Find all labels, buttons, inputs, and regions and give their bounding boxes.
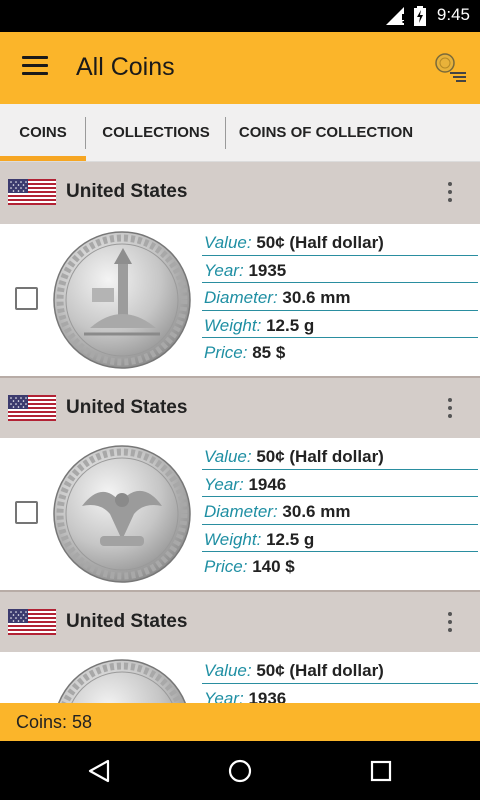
us-flag-icon — [8, 179, 56, 205]
price-line: Price: 85 $ — [202, 338, 478, 366]
country-name: United States — [66, 611, 188, 632]
coin-list-item[interactable]: Value: 50¢ (Half dollar) Year: 1936 — [0, 652, 480, 703]
country-header: United States — [0, 590, 480, 652]
coin-details: Value: 50¢ (Half dollar) Year: 1935 Diam… — [202, 228, 478, 366]
weight-text: 12.5 g — [266, 315, 315, 335]
us-flag-icon — [8, 609, 56, 635]
country-header: United States — [0, 376, 480, 438]
select-checkbox[interactable] — [15, 501, 38, 524]
year-line: Year: 1946 — [202, 470, 478, 497]
weight-label: Weight: — [204, 529, 262, 549]
value-label: Value: — [204, 661, 252, 680]
diameter-line: Diameter: 30.6 mm — [202, 283, 478, 311]
value-text: 50¢ (Half dollar) — [256, 233, 384, 252]
value-label: Value: — [204, 233, 252, 252]
back-icon[interactable] — [86, 758, 112, 784]
diameter-text: 30.6 mm — [282, 502, 351, 521]
coin-list-item[interactable]: Value: 50¢ (Half dollar) Year: 1935 Diam… — [0, 224, 480, 376]
price-text: 85 $ — [252, 343, 286, 362]
app-bar: All Coins — [0, 32, 480, 104]
year-line: Year: 1936 — [202, 684, 478, 704]
value-line: Value: 50¢ (Half dollar) — [202, 656, 478, 684]
coin-image — [53, 445, 191, 583]
tab-coins[interactable]: COINS — [0, 104, 86, 162]
tab-collections[interactable]: COLLECTIONS — [86, 104, 226, 162]
recent-apps-icon[interactable] — [368, 758, 394, 784]
more-options-icon[interactable] — [446, 612, 454, 636]
value-line: Value: 50¢ (Half dollar) — [202, 228, 478, 256]
value-label: Value: — [204, 447, 252, 466]
diameter-line: Diameter: 30.6 mm — [202, 497, 478, 525]
year-label: Year: — [204, 688, 244, 704]
year-label: Year: — [204, 260, 244, 280]
value-text: 50¢ (Half dollar) — [256, 447, 384, 466]
clock: 9:45 — [436, 5, 470, 24]
coin-list[interactable]: United States Value: 50¢ (Half dollar) Y… — [0, 162, 480, 703]
diameter-label: Diameter: — [204, 502, 278, 521]
price-label: Price: — [204, 557, 248, 576]
country-header: United States — [0, 162, 480, 224]
tab-coins-of-collection[interactable]: COINS OF COLLECTION — [226, 104, 426, 162]
coin-count-bar: Coins: 58 — [0, 703, 480, 741]
hamburger-menu-icon[interactable] — [22, 56, 48, 78]
value-line: Value: 50¢ (Half dollar) — [202, 442, 478, 470]
year-label: Year: — [204, 474, 244, 494]
more-options-icon[interactable] — [446, 182, 454, 206]
coin-details: Value: 50¢ (Half dollar) Year: 1946 Diam… — [202, 442, 478, 580]
page-title: All Coins — [76, 53, 175, 81]
status-bar: 9:45 — [0, 0, 480, 32]
year-line: Year: 1935 — [202, 256, 478, 283]
coin-details: Value: 50¢ (Half dollar) Year: 1936 — [202, 656, 478, 703]
value-text: 50¢ (Half dollar) — [256, 661, 384, 680]
signal-icon — [386, 7, 405, 25]
active-tab-indicator — [0, 156, 86, 161]
weight-line: Weight: 12.5 g — [202, 311, 478, 338]
price-line: Price: 140 $ — [202, 552, 478, 580]
us-flag-icon — [8, 395, 56, 421]
weight-text: 12.5 g — [266, 529, 315, 549]
diameter-text: 30.6 mm — [282, 288, 351, 307]
year-text: 1946 — [248, 474, 287, 494]
home-icon[interactable] — [227, 758, 253, 784]
year-text: 1935 — [248, 260, 287, 280]
sort-coins-icon[interactable] — [432, 50, 468, 84]
country-name: United States — [66, 397, 188, 418]
coin-count: Coins: 58 — [16, 712, 93, 732]
weight-line: Weight: 12.5 g — [202, 525, 478, 552]
battery-icon — [414, 6, 426, 26]
app-screen: 9:45 All Coins COINS COLLECTIONS COINS O… — [0, 0, 480, 800]
system-nav-bar — [0, 741, 480, 800]
price-label: Price: — [204, 343, 248, 362]
year-text: 1936 — [248, 688, 287, 704]
tab-bar: COINS COLLECTIONS COINS OF COLLECTION — [0, 104, 480, 162]
coin-image — [57, 659, 187, 703]
coin-image — [53, 231, 191, 369]
select-checkbox[interactable] — [15, 287, 38, 310]
country-name: United States — [66, 181, 188, 202]
more-options-icon[interactable] — [446, 398, 454, 422]
coin-list-item[interactable]: Value: 50¢ (Half dollar) Year: 1946 Diam… — [0, 438, 480, 590]
price-text: 140 $ — [252, 557, 295, 576]
diameter-label: Diameter: — [204, 288, 278, 307]
weight-label: Weight: — [204, 315, 262, 335]
